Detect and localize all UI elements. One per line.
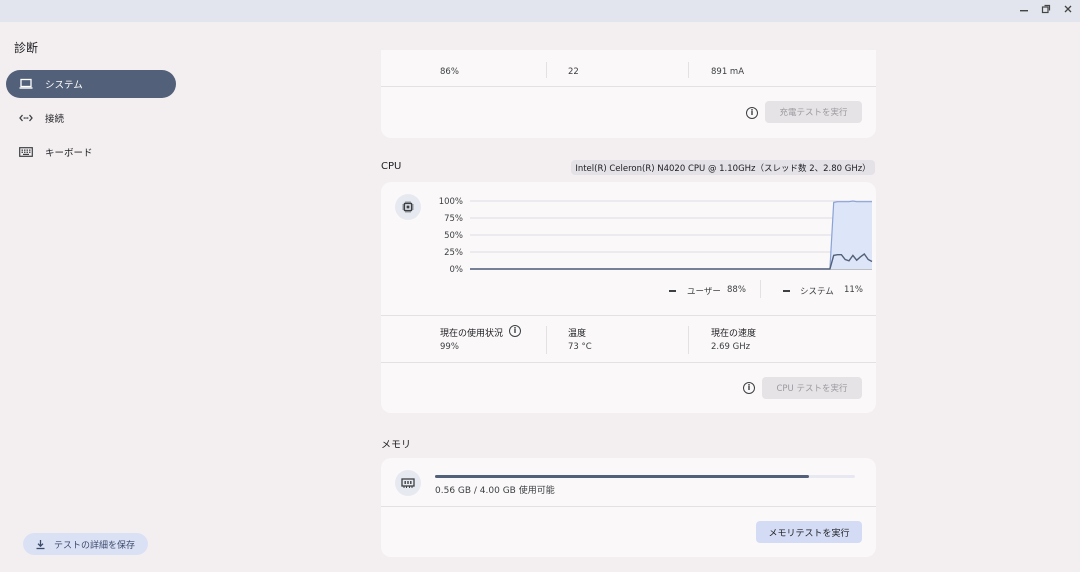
restore-icon[interactable]: [1039, 4, 1053, 18]
chart-tick-label: 50%: [444, 231, 463, 241]
memory-icon: [395, 470, 421, 496]
chart-series-system-line: [470, 253, 873, 270]
laptop-icon: [19, 77, 33, 91]
close-icon[interactable]: [1061, 4, 1075, 18]
chart-tick-label: 0%: [450, 265, 464, 275]
divider: [688, 62, 689, 78]
legend-system-label: システム: [800, 287, 834, 297]
keyboard-icon: [19, 145, 33, 159]
info-icon[interactable]: i: [746, 107, 758, 119]
legend-marker-system: [783, 290, 790, 292]
speed-label: 現在の速度: [711, 329, 757, 339]
memory-test-button[interactable]: メモリテストを実行: [756, 521, 862, 543]
temperature-label: 温度: [568, 329, 587, 339]
sidebar-item-keyboard[interactable]: キーボード: [6, 138, 176, 166]
sidebar-item-label: システム: [45, 80, 83, 91]
speed-value: 2.69 GHz: [711, 342, 751, 352]
divider: [381, 362, 876, 363]
divider: [381, 506, 876, 507]
download-icon: [35, 539, 46, 550]
battery-cycle-value: 22: [568, 67, 579, 77]
battery-current-value: 891 mA: [711, 67, 745, 77]
legend-user-label: ユーザー: [687, 287, 721, 297]
chart-tick-label: 75%: [444, 214, 463, 224]
cpu-test-button[interactable]: CPU テストを実行: [762, 377, 862, 399]
divider: [381, 86, 876, 87]
save-test-details-button[interactable]: テストの詳細を保存: [23, 533, 148, 555]
cpu-model-chip: Intel(R) Celeron(R) N4020 CPU @ 1.10GHz（…: [571, 160, 875, 175]
usage-label: 現在の使用状況: [440, 329, 504, 339]
connection-icon: [19, 111, 33, 125]
chart-tick-label: 100%: [439, 197, 463, 207]
sidebar-item-label: キーボード: [45, 148, 93, 159]
charge-test-button[interactable]: 充電テストを実行: [765, 101, 862, 123]
info-icon[interactable]: i: [509, 325, 521, 337]
title-bar: [0, 0, 1080, 22]
legend-marker-user: [669, 290, 676, 292]
legend-system-value: 11%: [844, 285, 863, 295]
divider: [546, 62, 547, 78]
chart-tick-label: 25%: [444, 248, 463, 258]
divider: [760, 280, 761, 298]
battery-level-value: 86%: [440, 67, 459, 77]
sidebar-item-system[interactable]: システム: [6, 70, 176, 98]
usage-value: 99%: [440, 342, 459, 352]
divider: [546, 326, 547, 354]
info-icon[interactable]: i: [743, 382, 755, 394]
app-title: 診断: [14, 41, 39, 55]
cpu-usage-chart: 100% 75% 50% 25% 0%: [439, 197, 873, 275]
memory-summary: 0.56 GB / 4.00 GB 使用可能: [435, 486, 555, 496]
cpu-section-title: CPU: [381, 161, 402, 172]
sidebar-item-connection[interactable]: 接続: [6, 104, 176, 132]
temperature-value: 73 °C: [568, 342, 592, 352]
sidebar-item-label: 接続: [45, 114, 65, 125]
legend-user-value: 88%: [727, 285, 746, 295]
battery-card: 86% 22 891 mA i 充電テストを実行: [381, 50, 876, 138]
memory-card: 0.56 GB / 4.00 GB 使用可能 メモリテストを実行: [381, 458, 876, 557]
divider: [381, 315, 876, 316]
memory-usage-fill: [435, 475, 809, 478]
minimize-icon[interactable]: [1017, 4, 1031, 18]
cpu-card: 100% 75% 50% 25% 0% ユーザー 88% システム 11% 現在の使用状…: [381, 182, 876, 413]
divider: [688, 326, 689, 354]
memory-section-title: メモリ: [381, 440, 411, 451]
memory-usage-track: [435, 475, 855, 478]
save-button-label: テストの詳細を保存: [54, 540, 136, 551]
